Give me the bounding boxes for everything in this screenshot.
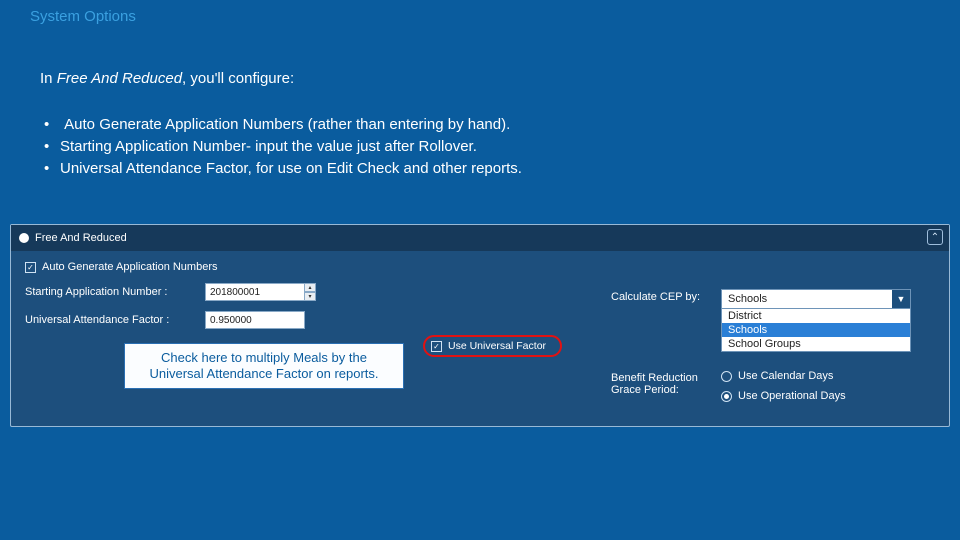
use-universal-factor-label: Use Universal Factor	[448, 340, 546, 352]
grace-period-row: Benefit Reduction Grace Period: Use Cale…	[611, 370, 931, 410]
intro-prefix: In	[40, 70, 57, 87]
bullet-3-rest: , for use on Edit Check and other report…	[248, 160, 522, 177]
bullet-1: Auto Generate Application Numbers (rathe…	[40, 114, 522, 136]
intro-suffix: , you'll configure:	[182, 70, 294, 87]
grace-period-options: Use Calendar Days Use Operational Days	[721, 370, 846, 410]
calc-option-school-groups[interactable]: School Groups	[722, 337, 910, 351]
panel-left-column: Auto Generate Application Numbers Starti…	[25, 261, 585, 339]
grace-calendar-row: Use Calendar Days	[721, 370, 846, 382]
panel-right-column: Calculate CEP by: Schools ▼ District Sch…	[611, 289, 931, 428]
calc-cep-select[interactable]: Schools ▼ District Schools School Groups	[721, 289, 911, 352]
grace-calendar-radio[interactable]	[721, 371, 732, 382]
callout-text: Check here to multiply Meals by the Univ…	[135, 350, 393, 383]
uaf-input[interactable]: 0.950000	[205, 311, 305, 329]
grace-operational-radio[interactable]	[721, 391, 732, 402]
slide-title: System Options	[30, 8, 136, 25]
bullet-2: Starting Application Number- input the v…	[40, 136, 522, 158]
panel-header-title: Free And Reduced	[35, 232, 127, 244]
auto-generate-checkbox[interactable]	[25, 262, 36, 273]
use-universal-factor-checkbox[interactable]	[431, 341, 442, 352]
calc-cep-label: Calculate CEP by:	[611, 289, 721, 303]
auto-generate-row: Auto Generate Application Numbers	[25, 261, 585, 273]
intro-text: In Free And Reduced, you'll configure:	[40, 70, 294, 87]
grace-operational-label: Use Operational Days	[738, 390, 846, 402]
bullet-2-rest: - input the value just after Rollover.	[246, 138, 477, 155]
callout-box: Check here to multiply Meals by the Univ…	[124, 343, 404, 389]
grace-period-label: Benefit Reduction Grace Period:	[611, 370, 721, 396]
chevron-down-icon: ▼	[892, 290, 910, 308]
panel-header-radio-icon	[19, 233, 29, 243]
free-and-reduced-panel: Free And Reduced ⌃ Auto Generate Applica…	[10, 224, 950, 427]
calc-cep-selected[interactable]: Schools ▼	[722, 290, 910, 308]
bullet-3: Universal Attendance Factor, for use on …	[40, 158, 522, 180]
uaf-label: Universal Attendance Factor :	[25, 314, 205, 326]
starting-number-label: Starting Application Number :	[25, 286, 205, 298]
bullet-1-italic: Auto Generate Application Numbers	[64, 116, 303, 133]
calc-cep-row: Calculate CEP by: Schools ▼ District Sch…	[611, 289, 931, 352]
grace-calendar-label: Use Calendar Days	[738, 370, 833, 382]
uaf-row: Universal Attendance Factor : 0.950000	[25, 311, 585, 329]
starting-number-row: Starting Application Number : 201800001 …	[25, 283, 585, 301]
calc-option-district[interactable]: District	[722, 309, 910, 323]
collapse-icon[interactable]: ⌃	[927, 229, 943, 245]
bullet-list: Auto Generate Application Numbers (rathe…	[40, 114, 522, 179]
calc-cep-options: District Schools School Groups	[722, 308, 910, 351]
bullet-1-rest: (rather than entering by hand).	[303, 116, 510, 133]
step-up-icon[interactable]: ▴	[304, 283, 316, 292]
grace-operational-row: Use Operational Days	[721, 390, 846, 402]
calc-option-schools[interactable]: Schools	[722, 323, 910, 337]
step-down-icon[interactable]: ▾	[304, 292, 316, 301]
starting-number-input[interactable]: 201800001	[205, 283, 305, 301]
panel-body: Auto Generate Application Numbers Starti…	[11, 251, 949, 426]
bullet-2-italic: Starting Application Number	[60, 138, 246, 155]
calc-cep-selected-text: Schools	[728, 293, 767, 305]
panel-header[interactable]: Free And Reduced ⌃	[11, 225, 949, 251]
intro-italic: Free And Reduced	[57, 70, 182, 87]
use-universal-factor-highlight: Use Universal Factor	[423, 335, 562, 357]
starting-number-stepper[interactable]: ▴ ▾	[304, 283, 316, 301]
auto-generate-label: Auto Generate Application Numbers	[42, 261, 218, 273]
bullet-3-italic: Universal Attendance Factor	[60, 160, 248, 177]
